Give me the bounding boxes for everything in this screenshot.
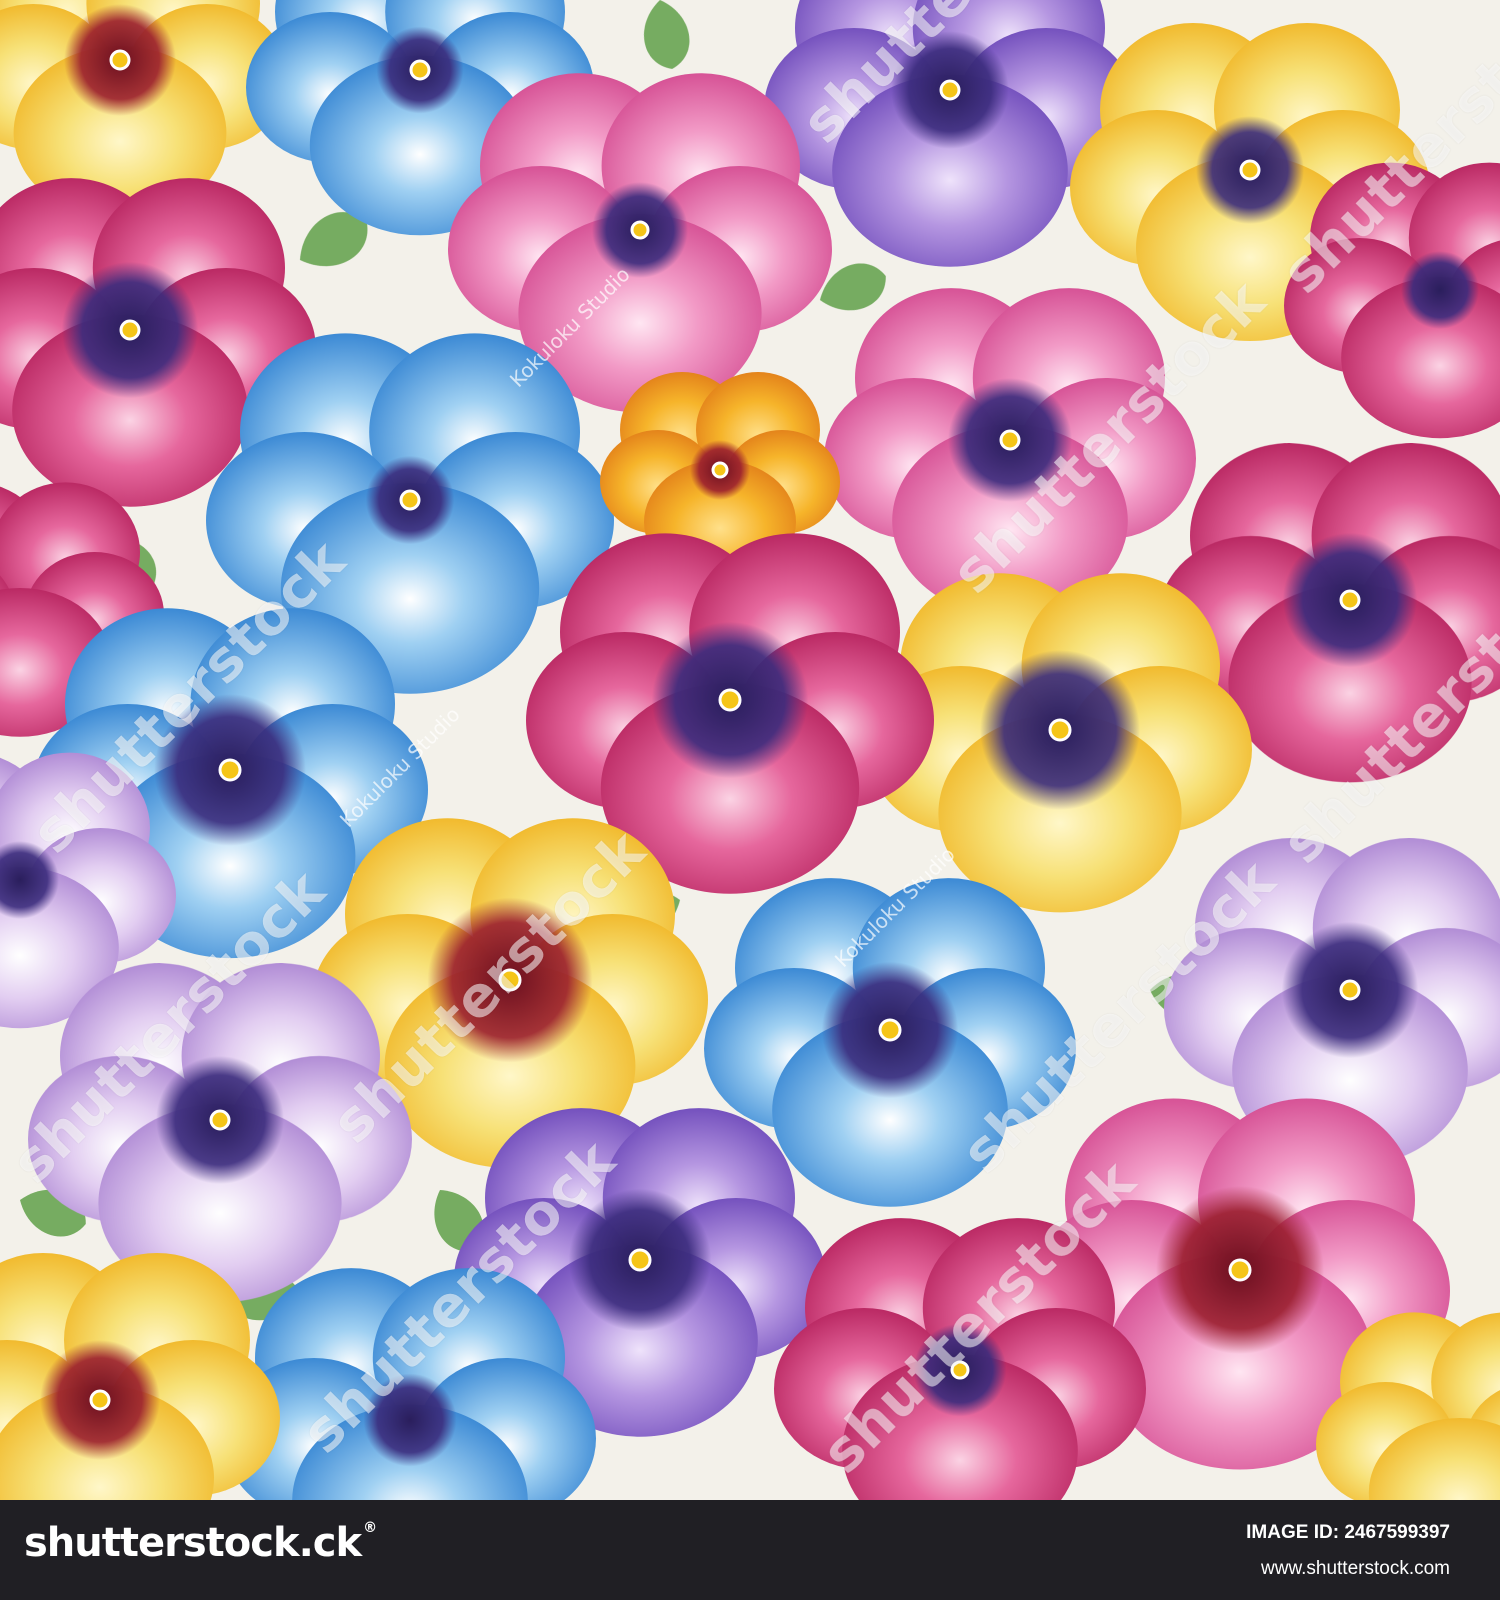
artwork-canvas: shutterstock shutterstock shutterstock s… <box>0 0 1500 1500</box>
stock-footer-bar: shutterstock.ck ® IMAGE ID: 2467599397 ww… <box>0 1500 1500 1600</box>
image-id-label: IMAGE ID: <box>1246 1522 1340 1543</box>
image-id-value: 2467599397 <box>1344 1522 1450 1543</box>
logo-text: shutterstock <box>24 1520 300 1566</box>
registered-mark: ® <box>363 1520 377 1536</box>
site-url[interactable]: www.shutterstock.com <box>1261 1558 1450 1580</box>
shutterstock-logo[interactable]: shutterstock.ck ® <box>24 1520 377 1566</box>
logo-mark: .ck <box>298 1520 363 1566</box>
image-id: IMAGE ID: 2467599397 <box>1246 1522 1450 1544</box>
pansy-illustration <box>0 0 1500 1500</box>
pansy-flowers <box>0 0 1500 1500</box>
